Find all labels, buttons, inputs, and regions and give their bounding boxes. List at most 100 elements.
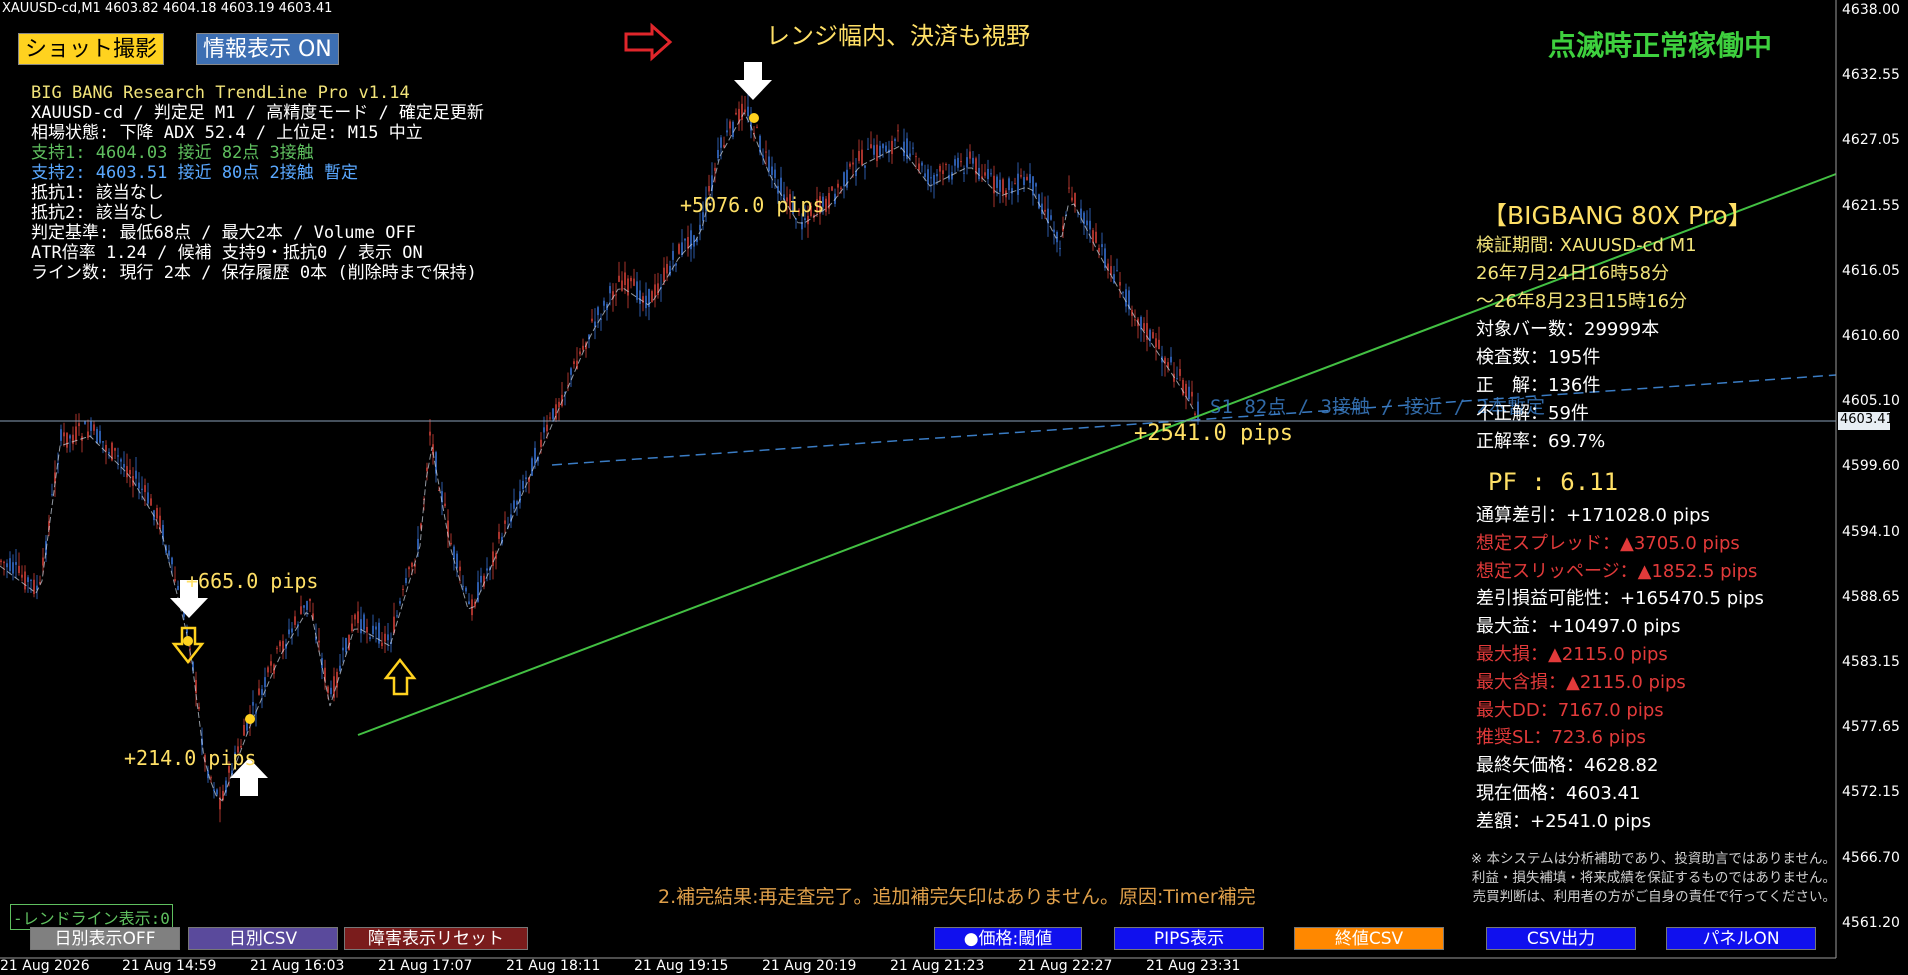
price-tick: 4605.10 bbox=[1842, 393, 1900, 410]
candle-body bbox=[1104, 248, 1106, 268]
candle-body bbox=[1023, 177, 1025, 185]
price-tick: 4616.05 bbox=[1842, 262, 1900, 279]
candle-body bbox=[24, 571, 26, 590]
candle-body bbox=[72, 434, 74, 444]
candle-body bbox=[492, 551, 494, 566]
candle-body bbox=[1185, 383, 1187, 397]
candle-body bbox=[306, 601, 308, 610]
candle-body bbox=[873, 145, 875, 155]
price-tick: 4588.65 bbox=[1842, 588, 1900, 605]
candle-body bbox=[972, 157, 974, 164]
daily-csv-button[interactable]: 日別CSV bbox=[188, 927, 338, 950]
candle-body bbox=[30, 579, 32, 581]
candle-body bbox=[1179, 369, 1181, 376]
candle-body bbox=[1101, 244, 1103, 247]
candle-body bbox=[93, 424, 95, 431]
candle-body bbox=[144, 485, 146, 493]
time-tick: 21 Aug 14:59 bbox=[122, 958, 217, 974]
pips-display-button[interactable]: PIPS表示 bbox=[1114, 927, 1264, 950]
candle-body bbox=[966, 157, 968, 168]
candle-body bbox=[903, 141, 905, 157]
price-tick: 4599.60 bbox=[1842, 458, 1900, 475]
price-threshold-button[interactable]: ●価格:閾値 bbox=[934, 927, 1082, 950]
stats-row: 最大損：▲2115.0 pips bbox=[1476, 643, 1668, 665]
time-tick: 21 Aug 23:31 bbox=[1146, 958, 1241, 974]
candle-body bbox=[1098, 247, 1100, 252]
candle-body bbox=[1089, 220, 1091, 230]
candle-body bbox=[468, 601, 470, 605]
disclaimer-line: 売買判断は、利用者の方がご自身の責任で行ってください。 bbox=[1472, 889, 1836, 905]
candle-body bbox=[543, 427, 545, 433]
candle-body bbox=[996, 176, 998, 188]
candle-body bbox=[294, 616, 296, 625]
candle-body bbox=[78, 423, 80, 427]
candle-body bbox=[456, 553, 458, 569]
candle-body bbox=[66, 432, 68, 448]
candle-body bbox=[714, 167, 716, 171]
candle-body bbox=[729, 121, 731, 129]
candle-body bbox=[366, 626, 368, 633]
candle-body bbox=[627, 278, 629, 296]
candle-body bbox=[1095, 231, 1097, 243]
candle-body bbox=[264, 677, 266, 688]
signal-dot-low bbox=[245, 714, 255, 724]
candle-body bbox=[318, 640, 320, 643]
candle-body bbox=[480, 575, 482, 583]
candle-body bbox=[609, 286, 611, 294]
candle-body bbox=[354, 614, 356, 620]
stats-row: 検査数：195件 bbox=[1476, 347, 1601, 368]
window-title: XAUUSD-cd,M1 4603.82 4604.18 4603.19 460… bbox=[2, 1, 333, 16]
candle-body bbox=[882, 143, 884, 149]
candle-body bbox=[345, 637, 347, 653]
time-tick: 21 Aug 22:27 bbox=[1018, 958, 1113, 974]
close-price-csv-button[interactable]: 終値CSV bbox=[1294, 927, 1444, 950]
candle-body bbox=[1068, 187, 1070, 189]
daily-display-off-button[interactable]: 日別表示OFF bbox=[30, 927, 180, 950]
candle-body bbox=[624, 272, 626, 286]
trendline-info-panel: BIG BANG Research TrendLine Pro v1.14 XAU… bbox=[31, 83, 484, 283]
candle-body bbox=[327, 686, 329, 693]
candle-body bbox=[291, 628, 293, 633]
candle-body bbox=[939, 165, 941, 172]
info-line: 支持2: 4603.51 接近 80点 2接触 暫定 bbox=[31, 163, 358, 183]
candle-body bbox=[12, 562, 14, 574]
candle-body bbox=[969, 151, 971, 159]
candle-body bbox=[858, 150, 860, 161]
csv-output-button[interactable]: CSV出力 bbox=[1486, 927, 1636, 950]
candle-body bbox=[987, 168, 989, 180]
candle-body bbox=[927, 169, 929, 185]
candle-body bbox=[573, 361, 575, 365]
candle-body bbox=[51, 494, 53, 496]
screenshot-button[interactable]: ショット撮影 bbox=[18, 33, 165, 65]
candle-body bbox=[450, 542, 452, 545]
candle-body bbox=[90, 421, 92, 431]
stats-row: 最大DD：7167.0 pips bbox=[1476, 699, 1664, 721]
info-line: ライン数: 現行 2本 / 保存履歴 0本 (削除時まで保持) bbox=[31, 263, 477, 283]
info-line: 支持1: 4604.03 接近 82点 3接触 bbox=[31, 143, 314, 163]
candle-body bbox=[897, 130, 899, 132]
candle-body bbox=[1176, 378, 1178, 380]
candle-body bbox=[453, 546, 455, 560]
current-price-label: 4603.41 bbox=[1840, 412, 1894, 427]
stats-row: 26年7月24日16時58分 bbox=[1476, 263, 1670, 284]
info-line: 相場状態: 下降 ADX 52.4 / 上位足: M15 中立 bbox=[31, 123, 423, 143]
candle-body bbox=[921, 162, 923, 166]
candle-body bbox=[735, 112, 737, 115]
candle-body bbox=[369, 637, 371, 639]
candle-body bbox=[309, 598, 311, 602]
fault-reset-button[interactable]: 障害表示リセット bbox=[344, 927, 528, 950]
info-toggle-button[interactable]: 情報表示 ON bbox=[196, 33, 339, 65]
panel-on-button[interactable]: パネルON bbox=[1666, 927, 1816, 950]
candle-body bbox=[942, 170, 944, 174]
stats-row: 最大含損：▲2115.0 pips bbox=[1476, 671, 1686, 693]
candle-body bbox=[546, 424, 548, 432]
candle-body bbox=[372, 625, 374, 635]
price-tick: 4621.55 bbox=[1842, 197, 1900, 214]
signal-dot-left bbox=[183, 636, 193, 646]
candle-body bbox=[1152, 332, 1154, 339]
candle-body bbox=[630, 277, 632, 282]
candle-body bbox=[513, 500, 515, 509]
candle-body bbox=[1140, 316, 1142, 330]
stats-row: ～26年8月23日15時16分 bbox=[1476, 291, 1688, 312]
candle-body bbox=[1053, 229, 1055, 233]
